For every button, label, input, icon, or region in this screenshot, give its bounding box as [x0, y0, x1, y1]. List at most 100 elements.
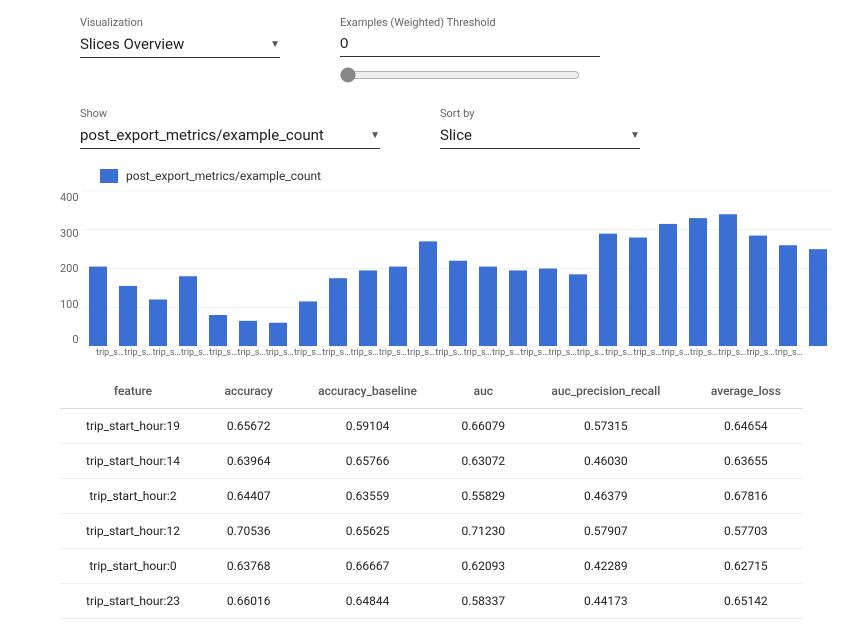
metric-cell: 0.59104 [291, 409, 443, 444]
bar-10[interactable] [389, 267, 407, 346]
visualization-arrow-icon: ▼ [270, 39, 280, 50]
bar-chart [83, 191, 833, 346]
metric-cell: 0.63964 [206, 444, 291, 479]
x-label-8: trip_s... [322, 348, 350, 358]
metric-cell: 0.55829 [444, 479, 523, 514]
bar-18[interactable] [629, 238, 647, 347]
y-label-300: 300 [60, 227, 79, 240]
x-label-11: trip_s... [407, 348, 435, 358]
metric-cell: 0.66079 [444, 409, 523, 444]
bar-24[interactable] [809, 249, 827, 346]
y-label-100: 100 [60, 298, 79, 311]
data-table-section: featureaccuracyaccuracy_baselineaucauc_p… [0, 358, 863, 619]
bar-7[interactable] [299, 301, 317, 346]
x-label-13: trip_s... [464, 348, 492, 358]
sortby-arrow-icon: ▼ [630, 130, 640, 141]
metric-cell: 0.66667 [291, 549, 443, 584]
metric-cell: 0.46379 [523, 479, 689, 514]
bar-23[interactable] [779, 245, 797, 346]
metric-cell: 0.57907 [523, 514, 689, 549]
bar-17[interactable] [599, 234, 617, 346]
bar-12[interactable] [449, 261, 467, 346]
metric-cell: 0.42289 [523, 549, 689, 584]
sortby-dropdown[interactable]: Slice ▼ [440, 126, 640, 149]
x-label-3: trip_s... [181, 348, 209, 358]
y-label-400: 400 [60, 191, 79, 204]
threshold-label: Examples (Weighted) Threshold [340, 16, 600, 29]
metric-cell: 0.62715 [689, 549, 803, 584]
x-label-24: trip_s... [775, 348, 803, 358]
feature-cell: trip_start_hour:2 [60, 479, 206, 514]
bar-0[interactable] [89, 267, 107, 346]
x-label-0: trip_s... [96, 348, 124, 358]
x-label-1: trip_s... [124, 348, 152, 358]
x-label-12: trip_s... [435, 348, 463, 358]
threshold-input[interactable] [340, 35, 600, 57]
metric-cell: 0.44173 [523, 584, 689, 619]
visualization-label: Visualization [80, 16, 280, 29]
feature-cell: trip_start_hour:0 [60, 549, 206, 584]
bar-9[interactable] [359, 270, 377, 346]
col-header-accuracy_baseline: accuracy_baseline [291, 374, 443, 409]
metric-cell: 0.46030 [523, 444, 689, 479]
metric-cell: 0.64844 [291, 584, 443, 619]
bar-8[interactable] [329, 278, 347, 346]
table-header-row: featureaccuracyaccuracy_baselineaucauc_p… [60, 374, 803, 409]
x-label-9: trip_s... [351, 348, 379, 358]
bar-22[interactable] [749, 236, 767, 346]
table-row: trip_start_hour:120.705360.656250.712300… [60, 514, 803, 549]
metric-cell: 0.71230 [444, 514, 523, 549]
show-dropdown[interactable]: post_export_metrics/example_count ▼ [80, 126, 380, 149]
bar-1[interactable] [119, 286, 137, 346]
col-header-auc_precision_recall: auc_precision_recall [523, 374, 689, 409]
x-label-19: trip_s... [633, 348, 661, 358]
bar-14[interactable] [509, 270, 527, 346]
col-header-average_loss: average_loss [689, 374, 803, 409]
col-header-feature: feature [60, 374, 206, 409]
x-label-15: trip_s... [520, 348, 548, 358]
x-label-4: trip_s... [209, 348, 237, 358]
bar-3[interactable] [179, 276, 197, 346]
table-row: trip_start_hour:230.660160.648440.583370… [60, 584, 803, 619]
metric-cell: 0.63655 [689, 444, 803, 479]
metric-cell: 0.67816 [689, 479, 803, 514]
x-label-10: trip_s... [379, 348, 407, 358]
bar-16[interactable] [569, 274, 587, 346]
bar-4[interactable] [209, 315, 227, 346]
x-label-7: trip_s... [294, 348, 322, 358]
y-label-200: 200 [60, 262, 79, 275]
visualization-value: Slices Overview [80, 35, 266, 53]
bar-6[interactable] [269, 323, 287, 346]
show-value: post_export_metrics/example_count [80, 126, 366, 144]
bar-2[interactable] [149, 300, 167, 347]
bar-11[interactable] [419, 241, 437, 346]
metric-cell: 0.57703 [689, 514, 803, 549]
bar-5[interactable] [239, 321, 257, 346]
feature-cell: trip_start_hour:14 [60, 444, 206, 479]
bar-15[interactable] [539, 269, 557, 347]
visualization-dropdown[interactable]: Slices Overview ▼ [80, 35, 280, 58]
metric-cell: 0.63072 [444, 444, 523, 479]
table-row: trip_start_hour:190.656720.591040.660790… [60, 409, 803, 444]
sortby-value: Slice [440, 126, 626, 144]
bar-20[interactable] [689, 218, 707, 346]
x-label-6: trip_s... [266, 348, 294, 358]
threshold-slider[interactable] [340, 67, 580, 83]
metric-cell: 0.65672 [206, 409, 291, 444]
bar-21[interactable] [719, 214, 737, 346]
table-row: trip_start_hour:00.637680.666670.620930.… [60, 549, 803, 584]
metric-cell: 0.63768 [206, 549, 291, 584]
metric-cell: 0.62093 [444, 549, 523, 584]
x-label-18: trip_s... [605, 348, 633, 358]
x-label-16: trip_s... [549, 348, 577, 358]
feature-cell: trip_start_hour:23 [60, 584, 206, 619]
bar-19[interactable] [659, 224, 677, 346]
metric-cell: 0.64654 [689, 409, 803, 444]
metrics-table: featureaccuracyaccuracy_baselineaucauc_p… [60, 374, 803, 619]
feature-cell: trip_start_hour:12 [60, 514, 206, 549]
sortby-label: Sort by [440, 107, 640, 120]
bar-13[interactable] [479, 267, 497, 346]
x-label-14: trip_s... [492, 348, 520, 358]
x-label-5: trip_s... [237, 348, 265, 358]
x-label-21: trip_s... [690, 348, 718, 358]
